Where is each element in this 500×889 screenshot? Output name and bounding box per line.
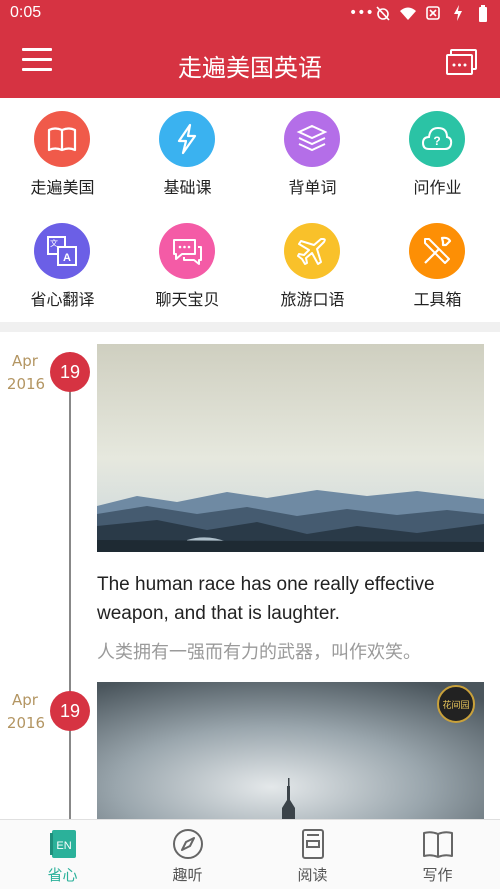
entry-month: Apr <box>12 352 38 370</box>
en-badge-text: EN <box>56 840 71 852</box>
section-divider <box>0 322 500 332</box>
grid-item-chat[interactable]: 聊天宝贝 <box>125 210 250 322</box>
grid-label: 省心翻译 <box>30 290 95 309</box>
grid-item-toolbox[interactable]: 工具箱 <box>375 210 500 322</box>
feature-grid: 走遍美国 基础课 背单词 ? 问作业 A文 省心翻译 聊天宝贝 旅游口语 工具箱 <box>0 98 500 322</box>
app-header: 走遍美国英语 <box>0 28 500 98</box>
grid-label: 基础课 <box>163 178 212 197</box>
translate-icon: A文 <box>34 223 90 279</box>
battery-icon <box>474 5 492 22</box>
more-dots-icon: ••• <box>349 5 374 21</box>
grid-item-basic-course[interactable]: 基础课 <box>125 98 250 210</box>
en-book-icon: EN <box>50 830 76 858</box>
svg-text:?: ? <box>433 134 440 148</box>
app-title: 走遍美国英语 <box>178 54 322 82</box>
cloud-question-icon: ? <box>409 111 465 167</box>
grid-label: 旅游口语 <box>280 290 345 309</box>
word-stack-icon <box>284 111 340 167</box>
no-sim-icon <box>424 5 442 21</box>
status-time: 0:05 <box>10 4 42 21</box>
nav-label: 趣听 <box>172 866 203 884</box>
quote-image-mountains[interactable] <box>97 344 484 552</box>
quote-image-tower[interactable]: 花间园 <box>97 682 484 819</box>
nav-tab-writing[interactable]: 写作 <box>375 820 500 889</box>
lightning-icon <box>159 111 215 167</box>
grid-label: 走遍美国 <box>30 178 95 197</box>
svg-text:A: A <box>63 252 71 264</box>
airplane-icon <box>284 223 340 279</box>
charging-icon <box>449 5 467 21</box>
messages-icon <box>446 49 477 75</box>
nav-label: 阅读 <box>297 866 328 884</box>
quote-english: The human race has one really effective … <box>97 574 435 624</box>
grid-label: 问作业 <box>413 178 462 197</box>
grid-label: 聊天宝贝 <box>155 290 220 309</box>
messages-button[interactable] <box>446 48 478 76</box>
entry-day-badge: 19 <box>50 691 90 731</box>
svg-text:文: 文 <box>50 238 58 248</box>
grid-label: 背单词 <box>288 178 337 197</box>
entry-year: 2016 <box>6 714 46 732</box>
grid-item-translate[interactable]: A文 省心翻译 <box>0 210 125 322</box>
entry-year: 2016 <box>6 375 46 393</box>
entry-day-badge: 19 <box>50 352 90 392</box>
open-book-icon <box>423 831 453 858</box>
wifi-icon <box>399 5 417 21</box>
timeline-line <box>69 352 71 819</box>
book-icon <box>34 111 90 167</box>
watermark-badge: 花间园 <box>442 699 469 711</box>
status-bar: 0:05 ••• <box>0 0 500 28</box>
grid-item-travel[interactable]: 旅游口语 <box>250 210 375 322</box>
daily-quote-timeline[interactable]: Apr 2016 19 The human race has one reall… <box>0 332 500 819</box>
bottom-navigation: EN 省心 趣听 阅读 写作 <box>0 819 500 889</box>
nav-tab-qu-ting[interactable]: 趣听 <box>125 820 250 889</box>
nav-label: 省心 <box>47 866 78 884</box>
compass-icon <box>173 829 203 859</box>
nav-label: 写作 <box>422 866 453 884</box>
alarm-off-icon <box>374 5 392 21</box>
tools-icon <box>409 223 465 279</box>
grid-item-homework[interactable]: ? 问作业 <box>375 98 500 210</box>
grid-item-zoubian[interactable]: 走遍美国 <box>0 98 125 210</box>
quote-chinese: 人类拥有一强而有力的武器，叫作欢笑。 <box>97 642 421 663</box>
chat-bubbles-icon <box>159 223 215 279</box>
nav-tab-shengxin[interactable]: EN 省心 <box>0 820 125 889</box>
reading-icon <box>302 829 324 859</box>
entry-month: Apr <box>12 691 38 709</box>
grid-label: 工具箱 <box>413 290 462 309</box>
grid-item-vocabulary[interactable]: 背单词 <box>250 98 375 210</box>
nav-tab-reading[interactable]: 阅读 <box>250 820 375 889</box>
status-icons: ••• <box>349 5 492 22</box>
